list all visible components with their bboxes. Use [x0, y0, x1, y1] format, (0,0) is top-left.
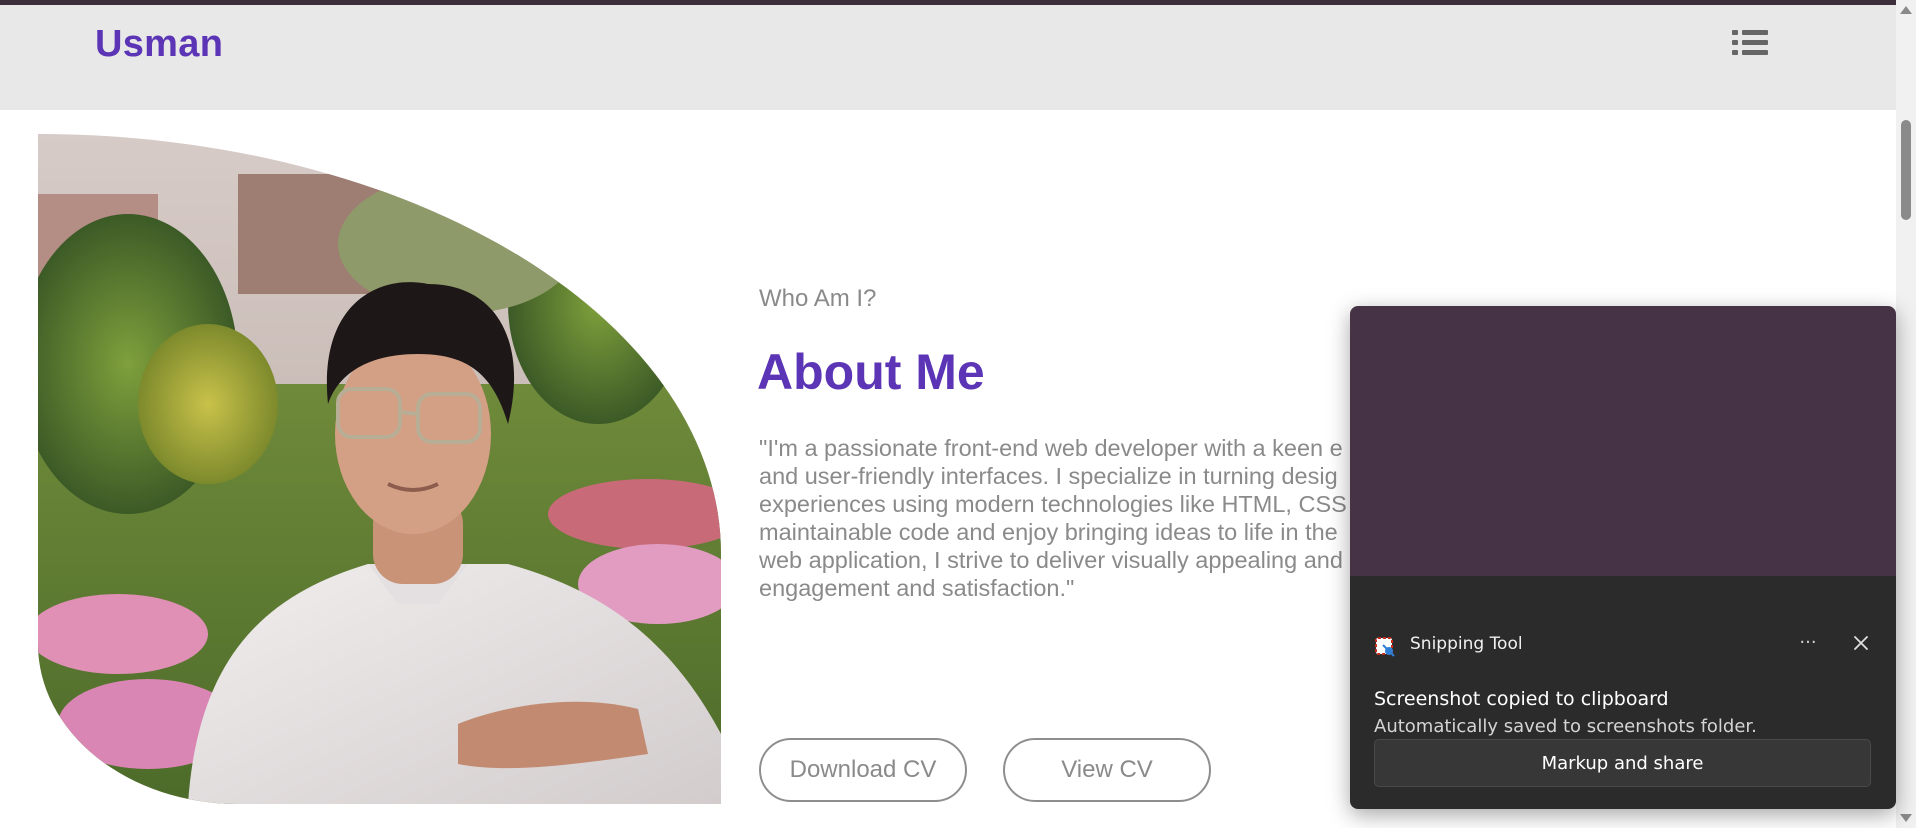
download-cv-button[interactable]: Download CV: [759, 738, 967, 802]
brand-logo[interactable]: Usman: [95, 23, 223, 66]
notification-app-name: Snipping Tool: [1410, 634, 1523, 654]
list-menu-icon[interactable]: [1730, 27, 1770, 63]
view-cv-button[interactable]: View CV: [1003, 738, 1211, 802]
page-scrollbar[interactable]: [1896, 0, 1916, 828]
scroll-down-arrow-icon[interactable]: [1900, 814, 1912, 822]
snipping-tool-notification[interactable]: Snipping Tool ··· Screenshot copied to c…: [1350, 306, 1896, 809]
scrollbar-thumb[interactable]: [1901, 120, 1911, 220]
paragraph-line: experiences using modern technologies li…: [759, 491, 1347, 517]
paragraph-line: "I'm a passionate front-end web develope…: [759, 435, 1343, 461]
page-title: About Me: [757, 344, 985, 400]
close-icon[interactable]: [1848, 630, 1874, 656]
section-subtitle: Who Am I?: [759, 285, 877, 312]
paragraph-line: and user-friendly interfaces. I speciali…: [759, 463, 1338, 489]
notification-message: Automatically saved to screenshots folde…: [1374, 716, 1757, 737]
profile-photo: [38, 134, 721, 804]
more-options-icon[interactable]: ···: [1790, 628, 1826, 658]
paragraph-line: maintainable code and enjoy bringing ide…: [759, 519, 1338, 545]
paragraph-line: web application, I strive to deliver vis…: [759, 547, 1343, 573]
about-paragraph: "I'm a passionate front-end web develope…: [759, 434, 1359, 604]
screenshot-preview[interactable]: [1350, 306, 1896, 576]
notification-title: Screenshot copied to clipboard: [1374, 688, 1669, 710]
snipping-tool-icon: [1374, 636, 1396, 658]
navbar: Usman: [0, 5, 1896, 110]
markup-and-share-button[interactable]: Markup and share: [1374, 739, 1871, 787]
scroll-up-arrow-icon[interactable]: [1900, 6, 1912, 14]
paragraph-line: engagement and satisfaction.": [759, 575, 1075, 601]
